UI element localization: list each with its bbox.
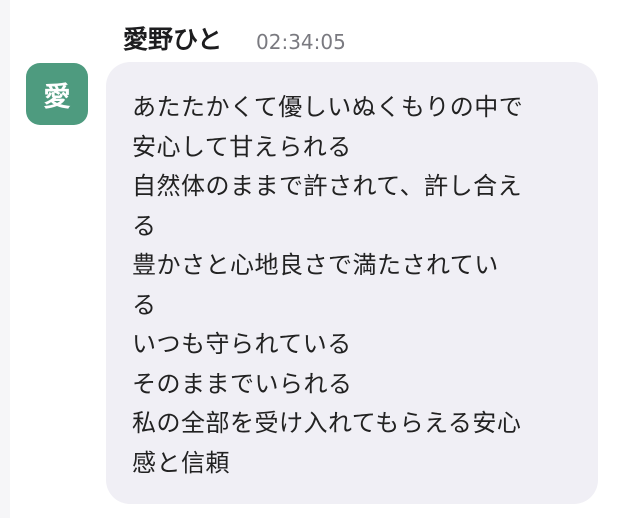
chat-message: 愛 愛野ひと 02:34:05 あたたかくて優しいぬくもりの中で 安心して甘えら… — [0, 0, 626, 518]
message-line: 安心して甘えられる — [132, 132, 352, 161]
message-line: る — [132, 290, 157, 319]
message-line: いつも守られている — [132, 330, 352, 358]
message-timestamp: 02:34:05 — [256, 30, 346, 54]
message-text: あたたかくて優しいぬくもりの中で 安心して甘えられる 自然体のままで許されて、許… — [132, 88, 572, 483]
avatar[interactable]: 愛 — [26, 63, 88, 125]
message-line: 感と信頼 — [132, 448, 230, 477]
sender-name[interactable]: 愛野ひと — [123, 24, 222, 56]
message-line: る — [132, 211, 157, 240]
avatar-initial: 愛 — [43, 81, 71, 113]
message-line: あたたかくて優しいぬくもりの中で — [132, 93, 524, 121]
message-line: 自然体のままで許されて、許し合え — [132, 172, 523, 200]
message-line: そのままでいられる — [132, 369, 353, 398]
message-line: 豊かさと心地良さで満たされてい — [132, 251, 499, 279]
message-line: 私の全部を受け入れてもらえる安心 — [132, 409, 522, 437]
